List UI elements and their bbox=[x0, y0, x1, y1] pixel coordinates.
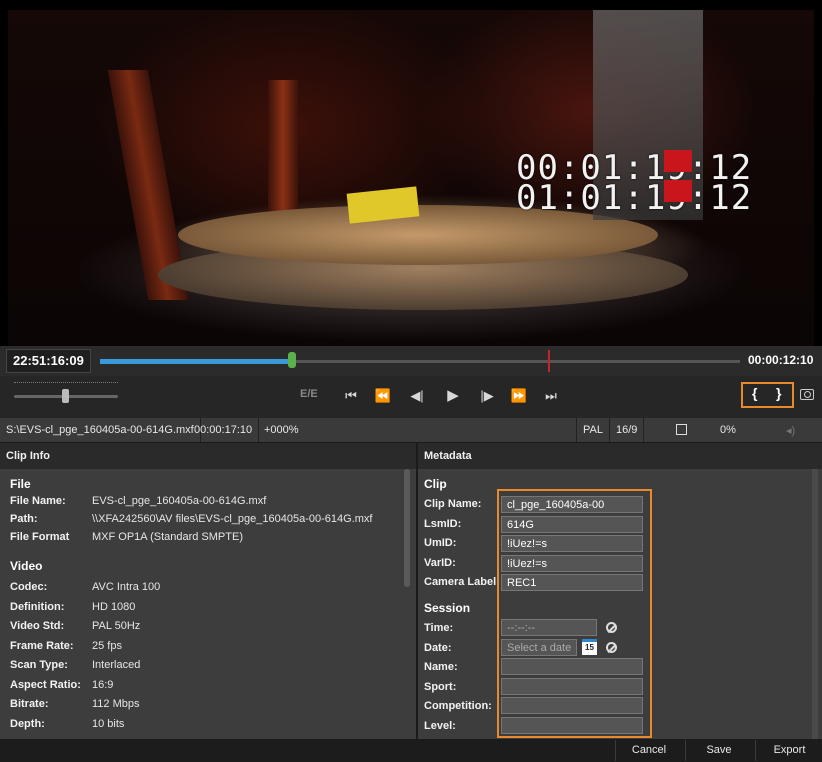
clip-field-label: Camera Label: bbox=[424, 576, 500, 588]
video-preview[interactable]: 00:01:19:12 01:01:19:12 bbox=[0, 0, 822, 346]
clip-section-title: Clip bbox=[424, 477, 447, 491]
clip-info-panel: Clip Info File Video File Name: EVS-cl_pg… bbox=[0, 443, 416, 739]
file-row-label: Path: bbox=[10, 513, 38, 525]
fast-forward-button[interactable]: ⏩ bbox=[508, 386, 530, 406]
timeline-played bbox=[100, 359, 292, 364]
jog-slider-handle[interactable] bbox=[62, 389, 69, 403]
session-field-label: Competition: bbox=[424, 700, 492, 712]
mark-in-out-highlight bbox=[741, 382, 794, 408]
time-label: Time: bbox=[424, 622, 454, 634]
clip-duration: 00:00:12:10 bbox=[748, 353, 814, 367]
volume-percent-label: 0% bbox=[720, 424, 736, 436]
video-row-value: Interlaced bbox=[92, 659, 141, 671]
action-bar: Cancel Save Export bbox=[0, 739, 822, 762]
mark-out-indicator bbox=[548, 350, 550, 372]
file-section-title: File bbox=[10, 477, 31, 491]
session-field-label: Name: bbox=[424, 661, 458, 673]
video-row-label: Video Std: bbox=[10, 620, 65, 632]
mark-out-button[interactable]: } bbox=[776, 385, 781, 401]
speed-label: +000% bbox=[264, 424, 299, 436]
step-back-button[interactable]: ◀| bbox=[406, 386, 428, 406]
clip-field-label: LsmID: bbox=[424, 517, 462, 530]
clip-field-label: Clip Name: bbox=[424, 498, 482, 510]
current-timecode: 22:51:16:09 bbox=[6, 349, 91, 373]
save-button[interactable]: Save bbox=[685, 740, 752, 761]
logo-badge-bottom bbox=[664, 180, 692, 202]
clip-length-label: 00:00:17:10 bbox=[188, 418, 260, 442]
clip-field-label: UmID: bbox=[424, 537, 457, 549]
video-row-value: 112 Mbps bbox=[92, 698, 140, 710]
step-forward-button[interactable]: |▶ bbox=[476, 386, 498, 406]
export-button[interactable]: Export bbox=[755, 740, 822, 761]
session-field-label: Sport: bbox=[424, 680, 457, 693]
video-standard-label: PAL bbox=[576, 418, 610, 442]
video-row-value: AVC Intra 100 bbox=[92, 581, 161, 593]
file-path-label: S:\EVS-cl_pge_160405a-00-614G.mxf bbox=[0, 418, 201, 442]
date-label: Date: bbox=[424, 642, 452, 654]
rewind-button[interactable]: ⏪ bbox=[372, 386, 394, 406]
video-row-value: 10 bits bbox=[92, 717, 125, 730]
session-section-title: Session bbox=[424, 601, 471, 615]
video-row-label: Bitrate: bbox=[10, 698, 49, 710]
play-button[interactable]: ▶ bbox=[442, 386, 464, 406]
metadata-scrollbar[interactable] bbox=[812, 469, 818, 739]
video-row-value: PAL 50Hz bbox=[92, 620, 141, 632]
session-field-label: Level: bbox=[424, 719, 456, 732]
video-row-value: 16:9 bbox=[92, 678, 114, 691]
burnin-timecode-bottom: 01:01:19:12 bbox=[516, 178, 753, 218]
aspect-ratio-label: 16/9 bbox=[610, 418, 645, 442]
metadata-fields-highlight bbox=[497, 489, 652, 738]
mark-in-button[interactable]: { bbox=[752, 385, 757, 401]
logo-badge-top bbox=[664, 150, 692, 172]
video-row-label: Scan Type: bbox=[10, 659, 68, 671]
go-to-end-button[interactable]: ⏭ bbox=[540, 386, 562, 406]
video-row-label: Codec: bbox=[10, 581, 48, 593]
clip-info-header: Clip Info bbox=[0, 443, 416, 469]
timeline-bar: 22:51:16:09 00:00:12:10 bbox=[0, 346, 822, 376]
ee-toggle[interactable]: E/E bbox=[300, 388, 318, 400]
video-row-value: HD 1080 bbox=[92, 600, 136, 613]
playhead-handle[interactable] bbox=[288, 352, 296, 368]
file-row-value: \\XFA242560\AV files\EVS-cl_pge_160405a-… bbox=[92, 513, 373, 525]
video-section-title: Video bbox=[10, 559, 43, 573]
metadata-header: Metadata bbox=[418, 443, 822, 469]
video-row-label: Definition: bbox=[10, 600, 65, 613]
video-row-value: 25 fps bbox=[92, 639, 122, 652]
go-to-start-button[interactable]: ⏮ bbox=[340, 386, 362, 406]
video-frame: 00:01:19:12 01:01:19:12 bbox=[8, 10, 814, 346]
clip-info-scrollbar[interactable] bbox=[404, 469, 410, 587]
file-row-label: File Name: bbox=[10, 495, 66, 507]
cancel-button[interactable]: Cancel bbox=[615, 740, 682, 761]
video-row-label: Frame Rate: bbox=[10, 639, 74, 652]
camera-icon[interactable] bbox=[800, 389, 814, 400]
file-row-value: EVS-cl_pge_160405a-00-614G.mxf bbox=[92, 495, 267, 507]
clip-field-label: VarID: bbox=[424, 556, 456, 569]
clip-info-bar: S:\EVS-cl_pge_160405a-00-614G.mxf 00:00:… bbox=[0, 418, 822, 442]
transport-controls: E/E ⏮ ⏪ ◀| ▶ |▶ ⏩ ⏭ { } bbox=[0, 376, 822, 418]
speaker-icon[interactable]: ◂) bbox=[786, 424, 795, 437]
file-row-label: File Format bbox=[10, 531, 70, 543]
video-row-label: Aspect Ratio: bbox=[10, 678, 81, 691]
safe-area-icon[interactable] bbox=[676, 424, 687, 435]
file-row-value: MXF OP1A (Standard SMPTE) bbox=[92, 531, 243, 543]
video-row-label: Depth: bbox=[10, 717, 45, 730]
